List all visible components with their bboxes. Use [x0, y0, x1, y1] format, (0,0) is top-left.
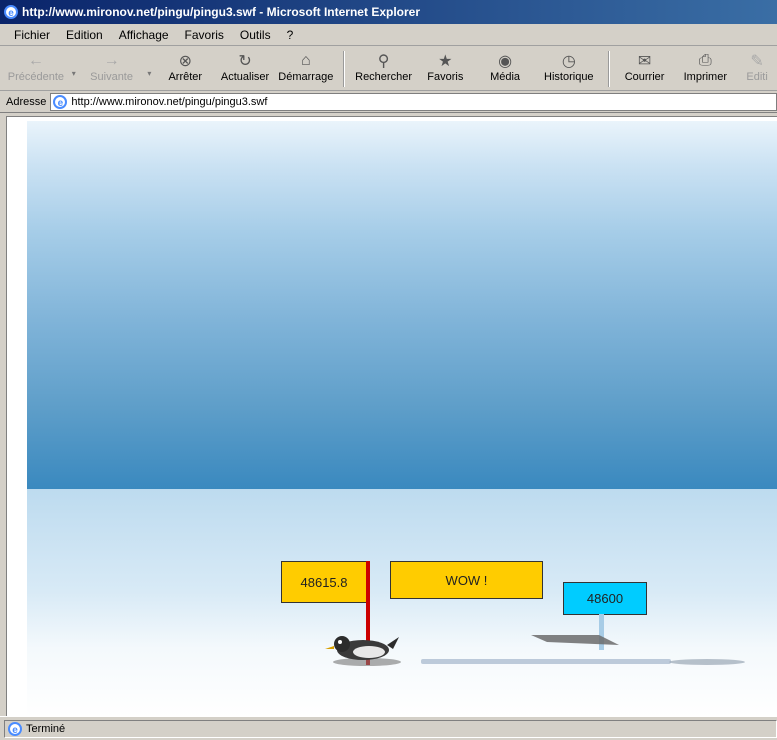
menu-fichier[interactable]: Fichier	[6, 28, 58, 42]
back-dropdown-icon[interactable]: ▾	[68, 69, 80, 78]
flash-game-area[interactable]: 48615.8 WOW ! 48600	[6, 116, 777, 716]
address-label: Adresse	[6, 95, 47, 108]
stop-button[interactable]: ⊗ Arrêter	[155, 47, 215, 89]
toolbar: ← Précédente ▾ → Suivante ▾ ⊗ Arrêter ↻ …	[0, 47, 777, 91]
favorites-button[interactable]: ★ Favoris	[416, 47, 474, 89]
home-icon: ⌂	[300, 52, 311, 69]
far-trail	[669, 659, 745, 665]
home-button[interactable]: ⌂ Démarrage	[275, 47, 337, 89]
address-url: http://www.mironov.net/pingu/pingu3.swf	[71, 95, 268, 108]
mail-icon: ✉	[637, 53, 652, 70]
mail-button[interactable]: ✉ Courrier	[616, 47, 674, 89]
menu-affichage[interactable]: Affichage	[111, 28, 177, 42]
forward-dropdown-icon[interactable]: ▾	[143, 69, 155, 78]
address-bar: Adresse e http://www.mironov.net/pingu/p…	[0, 91, 777, 113]
search-icon: ⚲	[377, 53, 390, 70]
sign-shadow	[531, 635, 619, 645]
history-button[interactable]: ◷ Historique	[536, 47, 602, 89]
star-folder-icon: ★	[438, 53, 453, 70]
media-icon: ◉	[498, 53, 513, 70]
forward-button[interactable]: → Suivante	[80, 47, 144, 89]
menu-outils[interactable]: Outils	[232, 28, 279, 42]
media-button[interactable]: ◉ Média	[474, 47, 536, 89]
arrow-right-icon: →	[103, 52, 120, 69]
menu-bar: Fichier Edition Affichage Favoris Outils…	[0, 24, 777, 46]
printer-icon: ⎙	[698, 52, 712, 69]
back-button[interactable]: ← Précédente	[4, 47, 68, 89]
page-icon: e	[53, 94, 68, 109]
search-button[interactable]: ⚲ Rechercher	[351, 47, 417, 89]
page-status-icon: e	[8, 721, 22, 736]
window-titlebar: e http://www.mironov.net/pingu/pingu3.sw…	[0, 0, 777, 24]
arrow-left-icon: ←	[27, 52, 44, 69]
status-cell: e Terminé	[4, 719, 777, 738]
toolbar-separator	[607, 51, 610, 87]
ie-icon: e	[4, 5, 18, 19]
menu-favoris[interactable]: Favoris	[177, 28, 232, 42]
refresh-button[interactable]: ↻ Actualiser	[215, 47, 275, 89]
ground-effects	[325, 635, 745, 666]
print-button[interactable]: ⎙ Imprimer	[673, 47, 737, 89]
window-title: http://www.mironov.net/pingu/pingu3.swf …	[22, 5, 420, 19]
slide-trail	[421, 659, 671, 664]
status-text: Terminé	[26, 722, 66, 735]
stop-icon: ⊗	[178, 53, 192, 70]
status-bar: e Terminé	[0, 716, 777, 740]
penguin-sprite	[325, 636, 401, 666]
edit-icon: ✎	[750, 53, 764, 70]
refresh-icon: ↻	[238, 53, 252, 70]
toolbar-separator	[342, 51, 345, 87]
edit-button[interactable]: ✎ Editi	[737, 47, 777, 89]
address-input[interactable]: e http://www.mironov.net/pingu/pingu3.sw…	[50, 92, 777, 111]
menu-edition[interactable]: Edition	[58, 28, 111, 42]
history-icon: ◷	[561, 53, 576, 70]
menu-help[interactable]: ?	[279, 28, 302, 42]
